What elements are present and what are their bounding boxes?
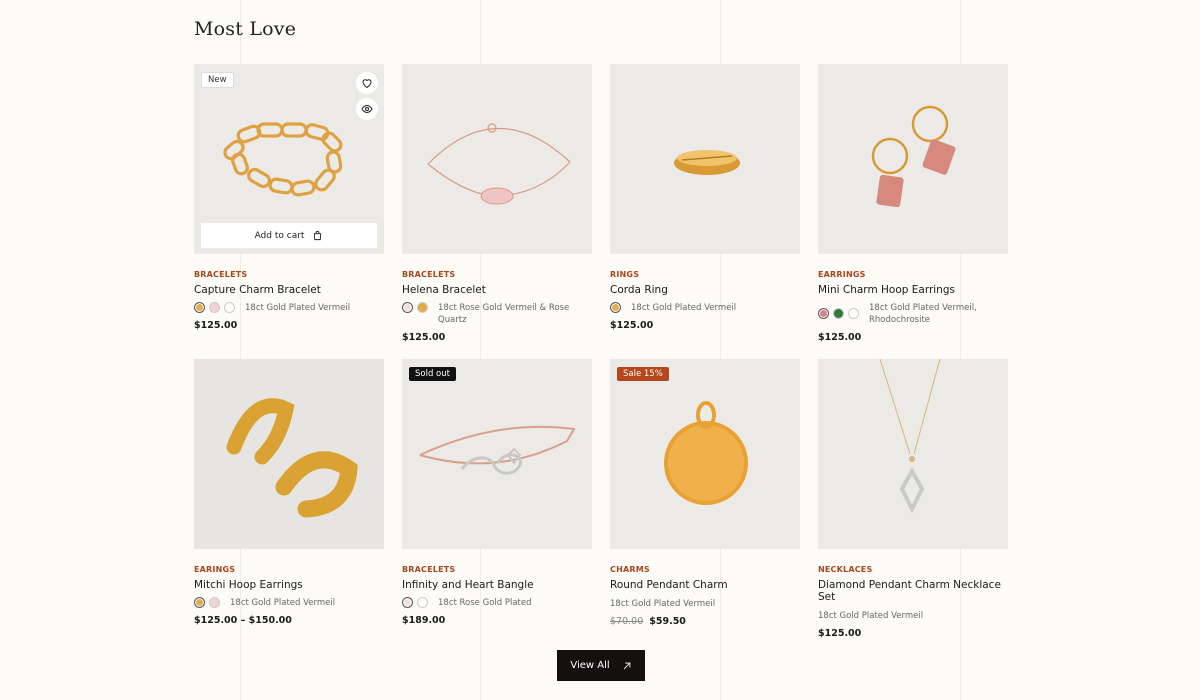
product-price: $125.00 — [194, 320, 238, 331]
product-price: $70.00 $59.50 — [610, 616, 800, 627]
product-material: 18ct Gold Plated Vermeil — [631, 303, 737, 313]
add-to-cart-button[interactable]: Add to cart — [201, 223, 377, 248]
product-material: 18ct Rose Gold Plated — [438, 598, 532, 608]
product-card[interactable]: RINGS Corda Ring 18ct Gold Plated Vermei… — [610, 64, 800, 359]
product-card[interactable]: EARRINGS Mini Charm Hoop Earrings 18ct G… — [818, 64, 1008, 359]
product-name[interactable]: Infinity and Heart Bangle — [402, 579, 592, 591]
swatch-rhodochrosite[interactable] — [818, 308, 829, 319]
swatch-silver[interactable] — [417, 597, 428, 608]
swatch-rose[interactable] — [402, 597, 413, 608]
product-image[interactable]: Sale 15% — [610, 359, 800, 549]
swatch-gold[interactable] — [194, 302, 205, 313]
product-name[interactable]: Corda Ring — [610, 284, 800, 296]
swatch-gold[interactable] — [194, 597, 205, 608]
earrings-image — [226, 398, 358, 518]
swatch-rose[interactable] — [209, 302, 220, 313]
product-image[interactable] — [194, 359, 384, 549]
swatch-silver[interactable] — [848, 308, 859, 319]
product-category[interactable]: CHARMS — [610, 565, 800, 574]
swatch-gold[interactable] — [417, 302, 428, 313]
product-category[interactable]: EARRINGS — [818, 270, 1008, 279]
arrow-up-right-icon — [623, 662, 630, 669]
product-price: $125.00 – $150.00 — [194, 615, 292, 626]
product-name[interactable]: Mitchi Hoop Earrings — [194, 579, 384, 591]
product-material: 18ct Gold Plated Vermeil, Rhodochrosite — [869, 303, 977, 325]
swatch-rose[interactable] — [402, 302, 413, 313]
product-card[interactable]: EARINGS Mitchi Hoop Earrings 18ct Gold P… — [194, 359, 384, 649]
bangle-image — [419, 425, 576, 475]
wishlist-button[interactable] — [356, 72, 378, 94]
color-swatches: 18ct Gold Plated Vermeil — [194, 597, 384, 609]
product-category[interactable]: EARINGS — [194, 565, 384, 574]
product-price: $125.00 — [402, 332, 446, 343]
product-card[interactable]: New Add to cart BRACELETS Capture Charm … — [194, 64, 384, 359]
product-category[interactable]: BRACELETS — [194, 270, 384, 279]
product-category[interactable]: BRACELETS — [402, 565, 592, 574]
sale-price: $59.50 — [649, 616, 686, 627]
color-swatches: 18ct Gold Plated Vermeil — [194, 302, 384, 314]
product-price: $125.00 — [610, 320, 654, 331]
heart-icon — [362, 79, 372, 89]
product-card[interactable]: NECKLACES Diamond Pendant Charm Necklace… — [818, 359, 1008, 649]
section-title: Most Love — [194, 18, 297, 40]
product-category[interactable]: RINGS — [610, 270, 800, 279]
product-name[interactable]: Mini Charm Hoop Earrings — [818, 284, 1008, 296]
product-card[interactable]: BRACELETS Helena Bracelet 18ct Rose Gold… — [402, 64, 592, 359]
product-name[interactable]: Capture Charm Bracelet — [194, 284, 384, 296]
product-name[interactable]: Diamond Pendant Charm Necklace Set — [818, 579, 1008, 603]
product-price: $125.00 — [818, 628, 862, 639]
product-material: 18ct Gold Plated Vermeil — [245, 303, 351, 313]
swatch-green[interactable] — [833, 308, 844, 319]
product-category[interactable]: NECKLACES — [818, 565, 1008, 574]
product-material: 18ct Rose Gold Vermeil & Rose Quartz — [438, 303, 570, 325]
color-swatches: 18ct Rose Gold Vermeil & Rose Quartz — [402, 302, 592, 326]
sale-badge: Sale 15% — [617, 367, 669, 381]
product-name[interactable]: Helena Bracelet — [402, 284, 592, 296]
product-image[interactable]: Sold out — [402, 359, 592, 549]
product-category[interactable]: BRACELETS — [402, 270, 592, 279]
sold-out-badge: Sold out — [409, 367, 456, 381]
color-swatches: 18ct Gold Plated Vermeil — [610, 302, 800, 314]
product-image[interactable] — [402, 64, 592, 254]
swatch-silver[interactable] — [224, 302, 235, 313]
product-material: 18ct Gold Plated Vermeil — [230, 598, 336, 608]
product-name[interactable]: Round Pendant Charm — [610, 579, 800, 591]
product-image[interactable] — [818, 64, 1008, 254]
new-badge: New — [201, 72, 234, 88]
product-price: $125.00 — [818, 332, 862, 343]
pendant-image — [664, 401, 748, 505]
swatch-rose[interactable] — [209, 597, 220, 608]
product-price: $189.00 — [402, 615, 446, 626]
product-card[interactable]: Sold out BRACELETS Infinity and Heart Ba… — [402, 359, 592, 649]
product-grid: New Add to cart BRACELETS Capture Charm … — [194, 64, 1008, 649]
view-all-button[interactable]: View All — [557, 650, 645, 681]
original-price: $70.00 — [610, 616, 644, 627]
eye-icon — [361, 104, 373, 114]
color-swatches: 18ct Gold Plated Vermeil, Rhodochrosite — [818, 302, 1008, 326]
product-image[interactable] — [610, 64, 800, 254]
view-all-label: View All — [570, 660, 610, 671]
quick-view-button[interactable] — [356, 98, 378, 120]
add-to-cart-label: Add to cart — [254, 230, 305, 241]
product-material: 18ct Gold Plated Vermeil — [818, 611, 924, 621]
product-material: 18ct Gold Plated Vermeil — [610, 599, 716, 609]
product-card[interactable]: Sale 15% CHARMS Round Pendant Charm 18ct… — [610, 359, 800, 649]
ring-image — [674, 150, 740, 175]
swatch-gold[interactable] — [610, 302, 621, 313]
product-image[interactable]: New Add to cart — [194, 64, 384, 254]
necklace-image — [879, 359, 941, 514]
earrings-image — [871, 105, 956, 208]
product-image[interactable] — [818, 359, 1008, 549]
color-swatches: 18ct Rose Gold Plated — [402, 597, 592, 609]
shopping-bag-icon — [314, 230, 322, 241]
bracelet-image — [427, 123, 571, 205]
